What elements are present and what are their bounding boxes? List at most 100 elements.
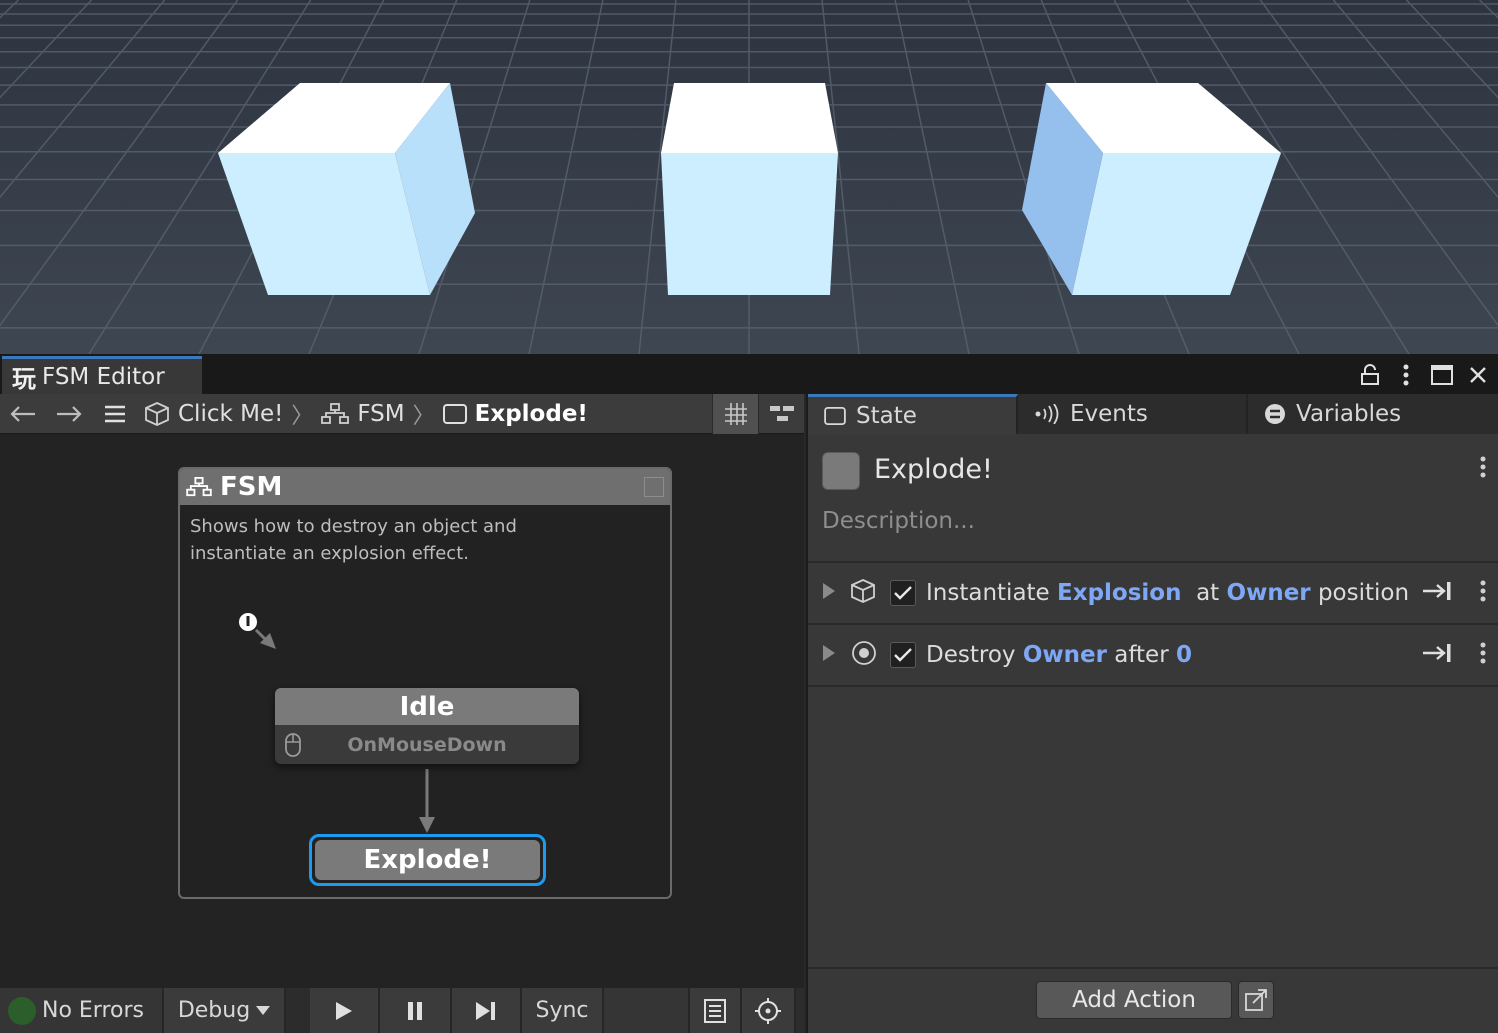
action-text: Instantiate (926, 580, 1058, 606)
grid-snap-icon[interactable] (712, 394, 758, 434)
pause-icon (408, 1001, 422, 1020)
action-param-link[interactable]: Owner (1227, 580, 1311, 606)
window-controls (1358, 358, 1490, 392)
action-enabled-checkbox[interactable] (890, 642, 916, 668)
state-name-field[interactable]: Explode! (874, 454, 993, 485)
broadcast-icon (1035, 404, 1059, 424)
graph-canvas[interactable]: FSM Shows how to destroy an object and i… (0, 435, 804, 988)
lock-icon[interactable] (1358, 363, 1382, 387)
close-icon[interactable] (1466, 363, 1490, 387)
breadcrumb-separator: 〉 (291, 403, 314, 429)
action-param-link[interactable]: Explosion (1057, 580, 1181, 606)
variables-icon (1265, 404, 1285, 424)
tab-label: Variables (1296, 401, 1402, 427)
scene-grid (0, 0, 1498, 354)
inspector-tabs: State Events Variables (808, 394, 1498, 434)
checkmark-icon (894, 586, 912, 600)
cube-middle[interactable] (661, 83, 838, 295)
inspector-footer: Add Action (808, 967, 1498, 1033)
checkmark-icon (894, 648, 912, 662)
transition-event-onmousedown[interactable]: OnMouseDown (275, 725, 579, 764)
inspector-panel: State Events Variables Explode! Descript… (806, 394, 1498, 1033)
fsm-editor-window: 玩 FSM Editor Click Me! 〉 FSM 〉 Explode! … (0, 354, 1498, 1033)
state-node-title: Idle (275, 688, 579, 725)
action-summary: Destroy Owner after 0 (926, 642, 1192, 668)
maximize-icon[interactable] (1430, 363, 1454, 387)
breadcrumb-label: FSM (357, 400, 405, 427)
fsm-editor-glyph: 玩 (12, 365, 36, 393)
log-button[interactable] (690, 988, 742, 1033)
graph-statusbar: No Errors Debug Sync (0, 988, 804, 1033)
inspector-body: Explode! Description... Instantiate Expl… (808, 434, 1498, 1033)
go-to-end-icon[interactable] (1422, 579, 1452, 607)
step-icon (476, 1001, 495, 1020)
state-node-idle[interactable]: Idle OnMouseDown (275, 688, 579, 764)
state-header: Explode! Description... (808, 434, 1498, 563)
play-button[interactable] (310, 988, 380, 1033)
kebab-menu-icon[interactable] (1480, 580, 1486, 606)
action-enabled-checkbox[interactable] (890, 580, 916, 606)
state-box-icon (824, 406, 846, 425)
statusbar-gap (286, 988, 310, 1033)
window-tab-fsm-editor[interactable]: 玩 FSM Editor (2, 356, 202, 394)
debug-dropdown-label: Debug (177, 998, 251, 1023)
graph-toolbar: Click Me! 〉 FSM 〉 Explode! (0, 394, 804, 434)
error-status[interactable]: No Errors (0, 988, 164, 1033)
breadcrumb-label: Click Me! (178, 400, 284, 427)
tab-variables[interactable]: Variables (1248, 394, 1478, 434)
action-text: Destroy (926, 642, 1023, 668)
locate-button[interactable] (742, 988, 796, 1033)
window-tab-title: FSM Editor (42, 363, 165, 390)
target-icon (850, 639, 878, 671)
popout-icon[interactable] (1238, 981, 1274, 1019)
scene-viewport[interactable] (0, 0, 1498, 354)
state-node-explode[interactable]: Explode! (309, 834, 546, 886)
state-description-field[interactable]: Description... (822, 508, 975, 534)
action-param-link[interactable]: 0 (1176, 642, 1192, 668)
breadcrumb-item-state[interactable]: Explode! (437, 401, 594, 427)
hierarchy-icon (321, 402, 350, 424)
state-box-icon (442, 403, 467, 424)
breadcrumb-label: Explode! (474, 400, 588, 427)
tab-label: Events (1070, 401, 1148, 427)
breadcrumb-item-game-object[interactable]: Click Me! (138, 401, 289, 427)
step-button[interactable] (452, 988, 522, 1033)
statusbar-spacer (604, 988, 690, 1033)
action-text: position (1310, 580, 1410, 606)
play-icon (336, 1001, 352, 1020)
window-tabbar: 玩 FSM Editor (0, 354, 1498, 394)
kebab-menu-icon[interactable] (1480, 456, 1486, 482)
tab-events[interactable]: Events (1018, 394, 1248, 434)
action-text: after (1106, 642, 1176, 668)
kebab-menu-icon[interactable] (1394, 363, 1418, 387)
graph-view-tools (712, 394, 804, 434)
add-action-button[interactable]: Add Action (1036, 981, 1232, 1019)
expand-triangle-icon[interactable] (822, 582, 836, 605)
hamburger-menu-icon[interactable] (92, 394, 138, 434)
forward-arrow-icon[interactable] (46, 394, 92, 434)
status-dot-icon (8, 996, 36, 1025)
layout-icon[interactable] (758, 394, 804, 434)
error-status-label: No Errors (42, 998, 144, 1023)
state-color-swatch[interactable] (822, 452, 860, 490)
action-summary: Instantiate Explosion at Owner position (926, 580, 1409, 606)
kebab-menu-icon[interactable] (1480, 642, 1486, 668)
go-to-end-icon[interactable] (1422, 641, 1452, 669)
expand-triangle-icon[interactable] (822, 644, 836, 667)
tab-state[interactable]: State (808, 394, 1018, 434)
cube-icon (145, 401, 169, 426)
breadcrumb-separator: 〉 (412, 403, 435, 429)
sync-label: Sync (535, 998, 589, 1023)
graph-panel: Click Me! 〉 FSM 〉 Explode! FSM Shows how… (0, 394, 804, 1033)
back-arrow-icon[interactable] (0, 394, 46, 434)
tab-label: State (856, 402, 917, 429)
action-row-destroy[interactable]: Destroy Owner after 0 (808, 625, 1498, 687)
action-row-instantiate[interactable]: Instantiate Explosion at Owner position (808, 563, 1498, 625)
log-icon (704, 998, 726, 1023)
start-state-icon (236, 610, 260, 634)
pause-button[interactable] (380, 988, 452, 1033)
action-param-link[interactable]: Owner (1023, 642, 1107, 668)
sync-button[interactable]: Sync (522, 988, 604, 1033)
debug-dropdown[interactable]: Debug (164, 988, 286, 1033)
breadcrumb-item-fsm[interactable]: FSM (315, 401, 410, 427)
